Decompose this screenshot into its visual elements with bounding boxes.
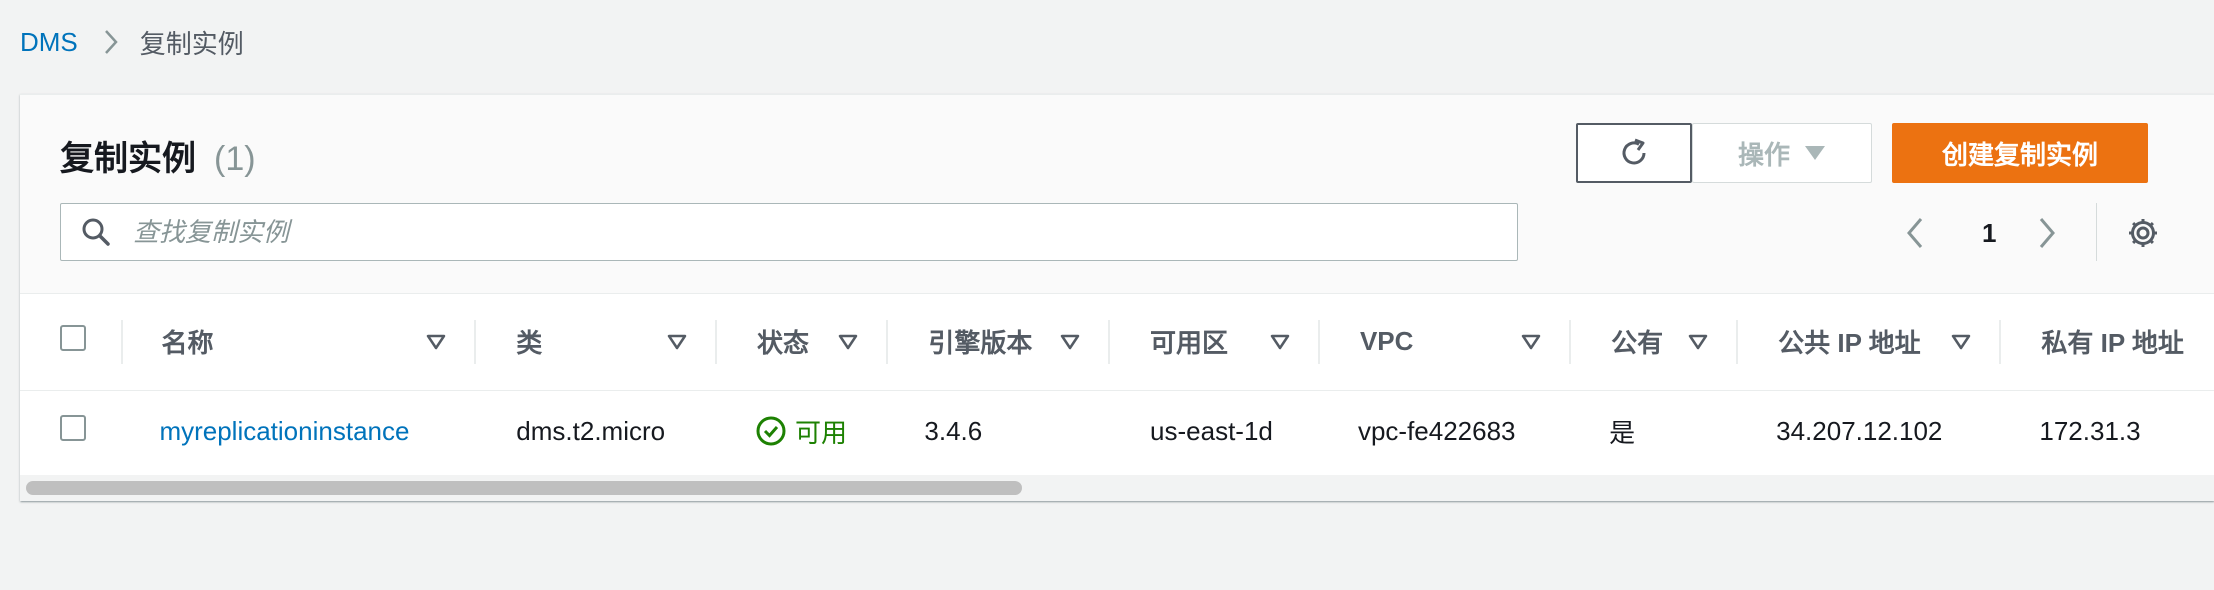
column-header-name[interactable]: 名称 [123,294,477,390]
cell-engine-version: 3.4.6 [924,415,983,446]
pagination-divider [2096,203,2097,261]
replication-instances-table: 名称 类 状态 引擎版本 可用区 VPC 公有 公共 IP 地址 私有 IP 地… [20,294,2214,472]
column-header-vpc[interactable]: VPC [1320,294,1572,390]
caret-down-icon [1805,146,1825,160]
breadcrumb: DMS 复制实例 [20,22,244,62]
sort-icon [839,334,858,349]
cell-vpc: vpc-fe422683 [1357,415,1516,446]
sort-icon [1952,334,1971,349]
column-header-status[interactable]: 状态 [717,294,889,390]
refresh-button[interactable] [1576,123,1692,183]
instance-name-link[interactable]: myreplicationinstance [123,416,409,446]
sort-icon [427,334,446,349]
sort-icon [1521,334,1541,349]
create-replication-instance-button[interactable]: 创建复制实例 [1892,123,2148,183]
search-icon [81,217,111,247]
column-header-public-ip[interactable]: 公共 IP 地址 [1738,294,2002,390]
title-count: (1) [214,140,256,178]
gear-icon [2129,219,2157,247]
actions-label: 操作 [1737,139,1790,170]
next-page-button[interactable] [2038,209,2056,257]
breadcrumb-dms-link[interactable]: DMS [20,27,78,58]
search-field[interactable] [60,203,1518,261]
search-input[interactable] [131,215,1435,249]
cell-class: dms.t2.micro [516,415,666,446]
sort-icon [1060,334,1080,349]
select-all-checkbox[interactable] [60,325,86,352]
sort-icon [667,334,687,349]
column-header-az[interactable]: 可用区 [1110,294,1320,390]
refresh-icon [1622,138,1646,165]
row-select-cell [20,390,123,472]
sort-icon [1270,334,1290,349]
row-checkbox[interactable] [60,414,86,441]
panel-header: 复制实例 (1) 操作 创建复制实例 1 [20,95,2214,294]
column-header-public[interactable]: 公有 [1571,294,1739,390]
sort-icon [1688,334,1708,349]
cell-public: 是 [1609,417,1636,448]
column-header-engine-version[interactable]: 引擎版本 [888,294,1111,390]
previous-page-button[interactable] [1906,209,1924,257]
cell-status: 可用 [717,390,888,472]
actions-dropdown-button[interactable]: 操作 [1692,123,1872,183]
page-title: 复制实例 (1) [60,131,256,180]
cell-az: us-east-1d [1150,415,1273,446]
replication-instances-panel: 复制实例 (1) 操作 创建复制实例 1 [20,94,2214,501]
column-header-private-ip[interactable]: 私有 IP 地址 [2001,294,2214,390]
table-row[interactable]: myreplicationinstance dms.t2.micro 可用 3.… [20,390,2214,472]
chevron-right-icon [104,29,118,55]
column-header-class[interactable]: 类 [476,294,717,390]
check-circle-icon [756,416,786,446]
cell-public-ip: 34.207.12.102 [1776,415,1943,446]
chevron-right-icon [2039,218,2055,248]
status-badge: 可用 [717,413,888,450]
select-all-cell [20,294,124,390]
table-header-row: 名称 类 状态 引擎版本 可用区 VPC 公有 公共 IP 地址 私有 IP 地… [20,294,2214,390]
horizontal-scrollbar-thumb[interactable] [26,481,1022,495]
breadcrumb-current: 复制实例 [139,28,244,59]
cell-name: myreplicationinstance [123,390,476,472]
title-text: 复制实例 [60,140,196,178]
cell-private-ip: 172.31.3 [2039,415,2141,446]
page-number-button[interactable]: 1 [1982,209,1996,257]
chevron-left-icon [1907,218,1923,248]
preferences-button[interactable] [2126,209,2160,257]
